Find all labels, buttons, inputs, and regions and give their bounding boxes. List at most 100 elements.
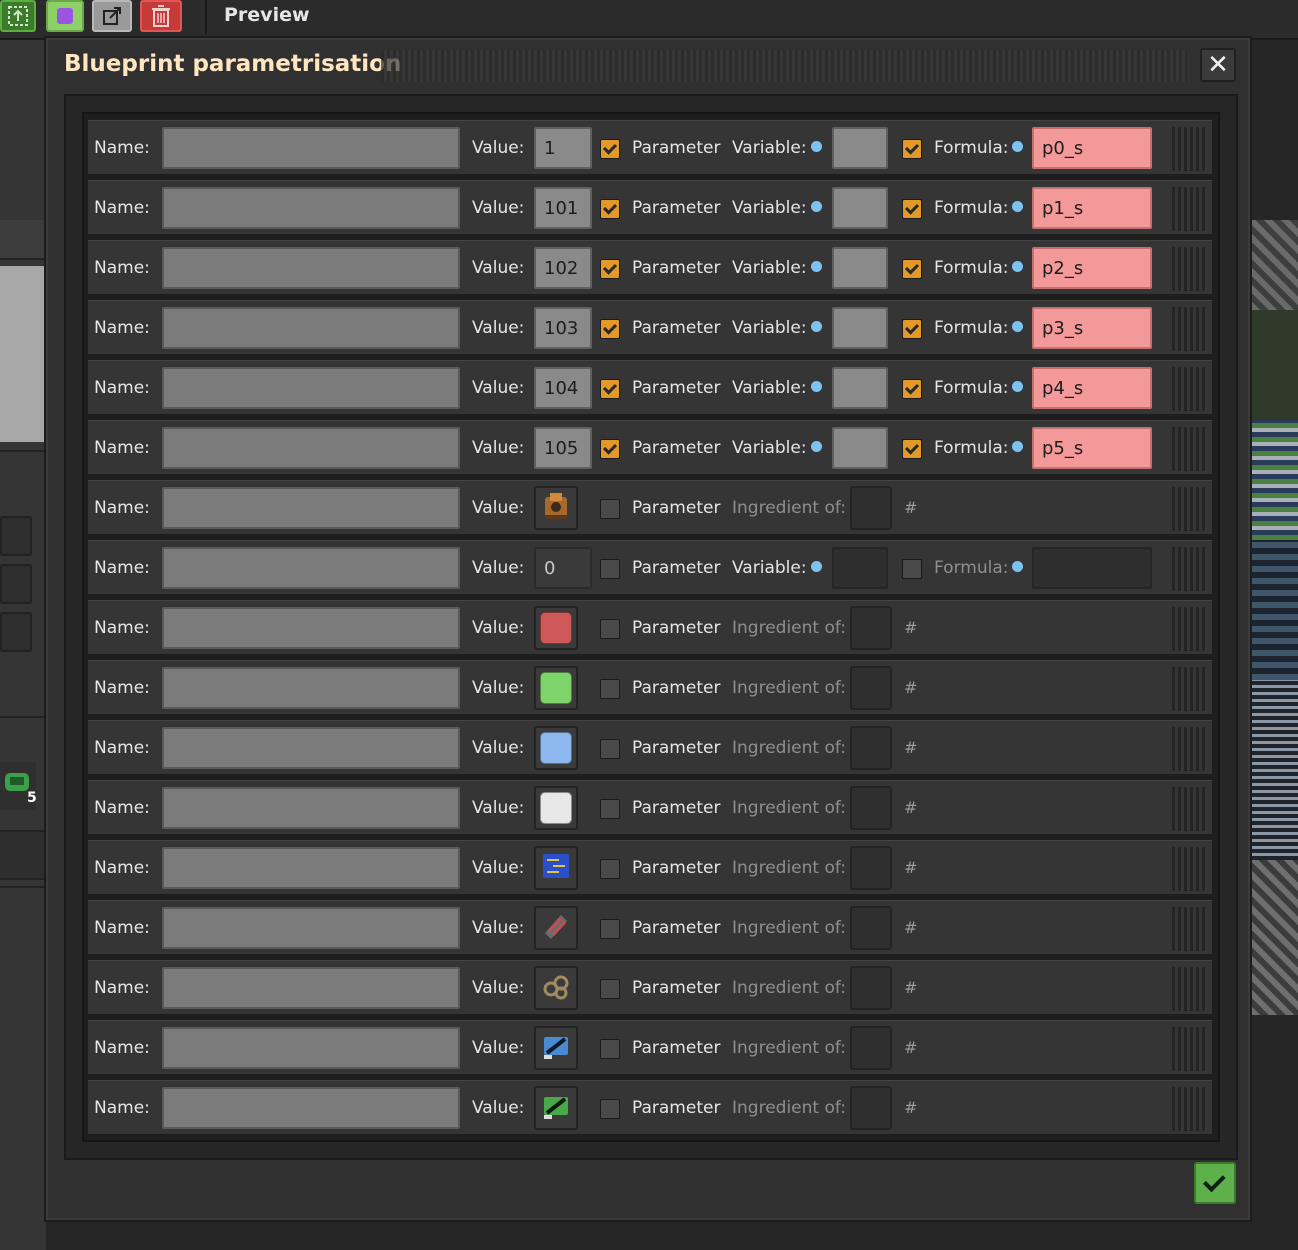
formula-input[interactable]: p2_s (1032, 247, 1152, 289)
info-icon[interactable] (810, 321, 822, 332)
info-icon[interactable] (1012, 261, 1024, 272)
ingredient-slot[interactable] (850, 606, 892, 650)
info-icon[interactable] (1012, 381, 1024, 392)
variable-input[interactable] (832, 367, 888, 409)
name-input[interactable] (162, 307, 460, 349)
name-input[interactable] (162, 367, 460, 409)
value-item-slot[interactable] (534, 786, 578, 830)
value-input[interactable]: 102 (534, 247, 592, 289)
formula-checkbox[interactable] (902, 139, 922, 159)
drag-handle[interactable] (1172, 727, 1208, 771)
info-icon[interactable] (1012, 141, 1024, 152)
info-icon[interactable] (810, 261, 822, 272)
parameter-checkbox[interactable] (600, 739, 620, 759)
drag-handle[interactable] (1172, 367, 1208, 411)
parameter-checkbox[interactable] (600, 979, 620, 999)
parameter-checkbox[interactable] (600, 199, 620, 219)
formula-input[interactable]: p0_s (1032, 127, 1152, 169)
parameter-checkbox[interactable] (600, 1099, 620, 1119)
ingredient-slot[interactable] (850, 966, 892, 1010)
confirm-button[interactable] (1194, 1162, 1236, 1204)
info-icon[interactable] (810, 141, 822, 152)
value-item-slot[interactable] (534, 606, 578, 650)
formula-checkbox[interactable] (902, 439, 922, 459)
parameter-checkbox[interactable] (600, 499, 620, 519)
drag-handle[interactable] (1172, 907, 1208, 951)
variable-input[interactable] (832, 547, 888, 589)
icon-color-button[interactable] (46, 0, 84, 32)
parameter-checkbox[interactable] (600, 259, 620, 279)
upload-blueprint-button[interactable] (0, 0, 36, 32)
formula-checkbox[interactable] (902, 199, 922, 219)
drag-handle[interactable] (1172, 847, 1208, 891)
parameter-checkbox[interactable] (600, 859, 620, 879)
info-icon[interactable] (810, 561, 822, 572)
name-input[interactable] (162, 427, 460, 469)
info-icon[interactable] (810, 201, 822, 212)
ingredient-slot[interactable] (850, 786, 892, 830)
parameter-checkbox[interactable] (600, 139, 620, 159)
name-input[interactable] (162, 1087, 460, 1129)
drag-handle[interactable] (1172, 607, 1208, 651)
value-item-slot[interactable] (534, 666, 578, 710)
parameter-checkbox[interactable] (600, 379, 620, 399)
ingredient-slot[interactable] (850, 666, 892, 710)
close-button[interactable]: ✕ (1200, 48, 1236, 82)
formula-input[interactable]: p4_s (1032, 367, 1152, 409)
ingredient-slot[interactable] (850, 846, 892, 890)
export-button[interactable] (92, 0, 132, 32)
name-input[interactable] (162, 607, 460, 649)
drag-handle[interactable] (1172, 967, 1208, 1011)
info-icon[interactable] (1012, 321, 1024, 332)
name-input[interactable] (162, 187, 460, 229)
name-input[interactable] (162, 787, 460, 829)
value-item-slot[interactable] (534, 846, 578, 890)
formula-checkbox[interactable] (902, 559, 922, 579)
ingredient-slot[interactable] (850, 726, 892, 770)
value-item-slot[interactable] (534, 906, 578, 950)
formula-checkbox[interactable] (902, 379, 922, 399)
name-input[interactable] (162, 667, 460, 709)
value-input[interactable]: 103 (534, 307, 592, 349)
value-input[interactable]: 105 (534, 427, 592, 469)
drag-handle[interactable] (1172, 427, 1208, 471)
ingredient-slot[interactable] (850, 1026, 892, 1070)
name-input[interactable] (162, 247, 460, 289)
drag-handle[interactable] (1172, 187, 1208, 231)
formula-input[interactable] (1032, 547, 1152, 589)
parameter-checkbox[interactable] (600, 679, 620, 699)
value-item-slot[interactable] (534, 1086, 578, 1130)
value-input[interactable]: 0 (534, 547, 592, 589)
name-input[interactable] (162, 1027, 460, 1069)
parameter-checkbox[interactable] (600, 559, 620, 579)
name-input[interactable] (162, 127, 460, 169)
parameter-checkbox[interactable] (600, 799, 620, 819)
name-input[interactable] (162, 847, 460, 889)
formula-checkbox[interactable] (902, 259, 922, 279)
variable-input[interactable] (832, 307, 888, 349)
parameter-checkbox[interactable] (600, 1039, 620, 1059)
title-drag-handle[interactable] (381, 50, 1189, 82)
variable-input[interactable] (832, 247, 888, 289)
parameter-checkbox[interactable] (600, 319, 620, 339)
info-icon[interactable] (1012, 201, 1024, 212)
value-input[interactable]: 104 (534, 367, 592, 409)
formula-input[interactable]: p5_s (1032, 427, 1152, 469)
drag-handle[interactable] (1172, 667, 1208, 711)
value-item-slot[interactable] (534, 486, 578, 530)
drag-handle[interactable] (1172, 787, 1208, 831)
ingredient-slot[interactable] (850, 1086, 892, 1130)
name-input[interactable] (162, 547, 460, 589)
name-input[interactable] (162, 967, 460, 1009)
parameter-checkbox[interactable] (600, 439, 620, 459)
drag-handle[interactable] (1172, 307, 1208, 351)
formula-checkbox[interactable] (902, 319, 922, 339)
drag-handle[interactable] (1172, 247, 1208, 291)
name-input[interactable] (162, 727, 460, 769)
parameters-list[interactable]: Name: Value: 1 Parameter Variable: Formula: p0… (82, 112, 1220, 1142)
name-input[interactable] (162, 487, 460, 529)
info-icon[interactable] (1012, 561, 1024, 572)
drag-handle[interactable] (1172, 547, 1208, 591)
info-icon[interactable] (810, 441, 822, 452)
info-icon[interactable] (1012, 441, 1024, 452)
